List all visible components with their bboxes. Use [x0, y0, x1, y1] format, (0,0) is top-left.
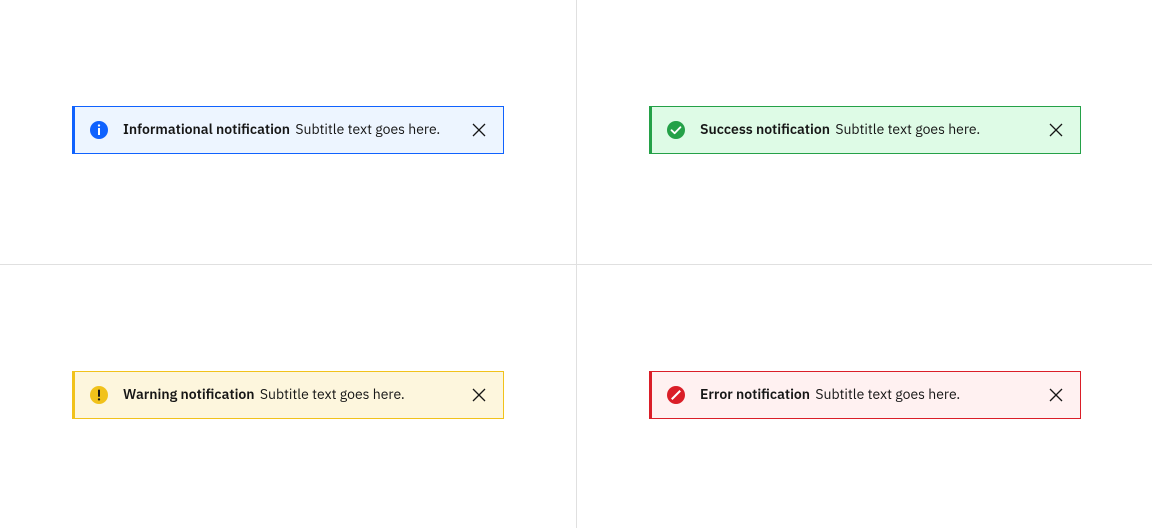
- close-icon: [471, 122, 487, 141]
- warning-subtitle: Subtitle text goes here.: [260, 385, 405, 403]
- info-icon: [89, 120, 109, 140]
- notification-examples-grid: Informational notification Subtitle text…: [0, 0, 1152, 528]
- warning-icon: [89, 385, 109, 405]
- info-cell: Informational notification Subtitle text…: [0, 0, 576, 264]
- warning-title: Warning notification: [123, 385, 255, 403]
- error-text: Error notification Subtitle text goes he…: [700, 386, 960, 404]
- success-title: Success notification: [700, 120, 830, 138]
- error-cell: Error notification Subtitle text goes he…: [576, 264, 1152, 528]
- success-notification: Success notification Subtitle text goes …: [649, 106, 1081, 154]
- info-text: Informational notification Subtitle text…: [123, 121, 440, 139]
- success-text: Success notification Subtitle text goes …: [700, 121, 980, 139]
- info-subtitle: Subtitle text goes here.: [295, 120, 440, 138]
- success-close-button[interactable]: [1032, 107, 1080, 155]
- error-close-button[interactable]: [1032, 372, 1080, 420]
- error-icon: [666, 385, 686, 405]
- close-icon: [1048, 122, 1064, 141]
- info-notification: Informational notification Subtitle text…: [72, 106, 504, 154]
- error-title: Error notification: [700, 385, 810, 403]
- info-title: Informational notification: [123, 120, 290, 138]
- error-subtitle: Subtitle text goes here.: [815, 385, 960, 403]
- warning-cell: Warning notification Subtitle text goes …: [0, 264, 576, 528]
- success-subtitle: Subtitle text goes here.: [835, 120, 980, 138]
- error-notification: Error notification Subtitle text goes he…: [649, 371, 1081, 419]
- info-close-button[interactable]: [455, 107, 503, 155]
- close-icon: [471, 387, 487, 406]
- warning-close-button[interactable]: [455, 372, 503, 420]
- warning-text: Warning notification Subtitle text goes …: [123, 386, 405, 404]
- success-icon: [666, 120, 686, 140]
- warning-notification: Warning notification Subtitle text goes …: [72, 371, 504, 419]
- close-icon: [1048, 387, 1064, 406]
- success-cell: Success notification Subtitle text goes …: [576, 0, 1152, 264]
